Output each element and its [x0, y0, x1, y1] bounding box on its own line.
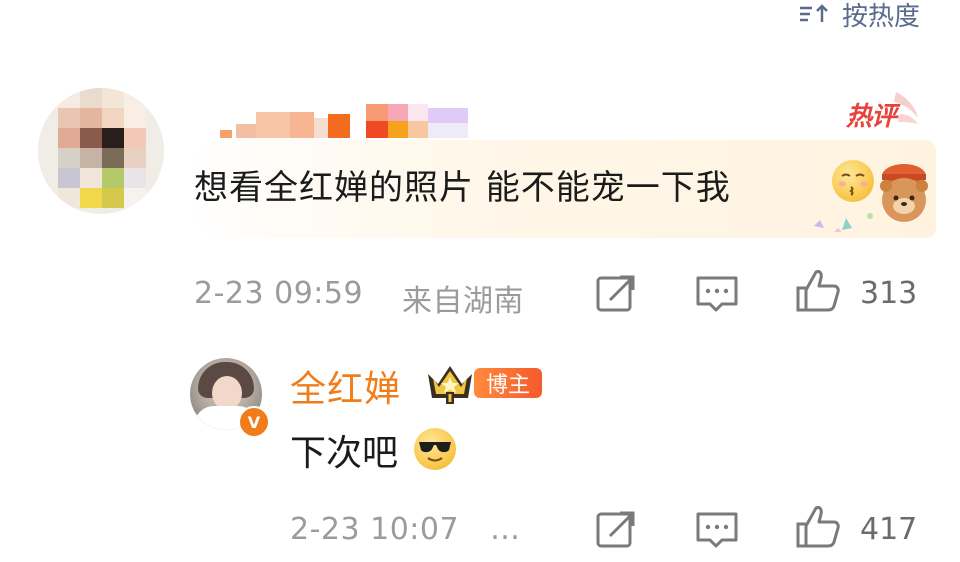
reply-comment-icon[interactable] [694, 508, 740, 552]
reply-like-icon[interactable] [794, 502, 842, 550]
reply-like-count: 417 [860, 512, 918, 547]
share-icon[interactable] [594, 272, 638, 316]
reply-more-ellipsis[interactable]: … [490, 512, 521, 547]
comment-like-count: 313 [860, 276, 918, 311]
comment-text: 想看全红婵的照片 能不能宠一下我 [194, 168, 731, 208]
commenter-avatar[interactable] [38, 88, 164, 214]
blogger-tag: 博主 [474, 368, 543, 398]
hot-badge-label: 热评 [846, 102, 897, 132]
verified-badge-icon: V [238, 406, 270, 438]
sort-by-hot-button[interactable]: 按热度 [798, 0, 920, 34]
sort-label: 按热度 [841, 1, 920, 32]
comment-timestamp: 2-23 09:59 [194, 276, 364, 311]
blogger-tag-label: 博主 [486, 373, 531, 398]
reply-text: 下次吧 [290, 433, 399, 474]
hot-comment-badge: 热评 [842, 88, 922, 134]
sort-icon [799, 4, 828, 22]
comment-location: 来自湖南 [402, 284, 524, 319]
reply-timestamp: 2-23 10:07 [290, 512, 460, 547]
pixelated-avatar-image [58, 88, 146, 208]
sunglasses-emoji-icon [414, 428, 456, 470]
bear-sticker-icon [856, 160, 936, 230]
commenter-username-pixelated[interactable] [220, 104, 468, 138]
reply-username[interactable]: 全红婵 [290, 360, 401, 412]
comment-icon[interactable] [694, 272, 740, 316]
avatar-face [212, 376, 242, 410]
reply-share-icon[interactable] [594, 508, 638, 552]
decoration-sparkles-icon [814, 218, 852, 232]
like-icon[interactable] [794, 266, 842, 314]
crown-icon [428, 366, 472, 404]
